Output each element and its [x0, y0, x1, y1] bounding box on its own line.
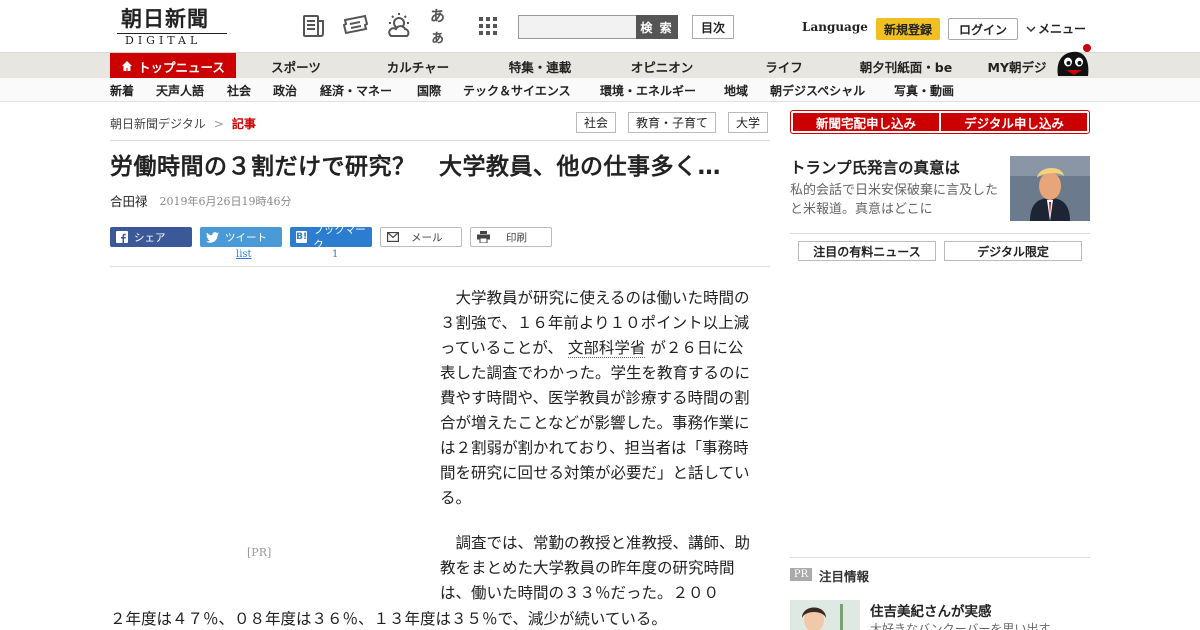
- nav-features[interactable]: 特集・連載: [484, 53, 596, 79]
- menu-button[interactable]: メニュー: [1026, 20, 1086, 37]
- twitter-share-button[interactable]: ツイート: [200, 227, 282, 247]
- article-body: 大学教員が研究に使えるのは働いた時間の３割強で、１６年前より１０ポイント以上減っ…: [440, 286, 750, 626]
- author: 合田禄: [110, 194, 148, 209]
- attention-label: 注目情報: [819, 569, 870, 584]
- logo-main-text: 朝日新聞: [121, 6, 209, 31]
- nav-life[interactable]: ライフ: [728, 53, 840, 79]
- mail-share-label: メール: [411, 231, 443, 244]
- side-feature-photo[interactable]: [1010, 156, 1090, 221]
- divider: [110, 266, 770, 267]
- register-button[interactable]: 新規登録: [876, 18, 940, 40]
- keyword-link[interactable]: 文部科学省: [567, 339, 646, 358]
- nav-top-news[interactable]: トップニュース: [110, 53, 236, 79]
- tag-university[interactable]: 大学: [728, 112, 769, 133]
- twitter-icon: [206, 231, 219, 243]
- article-title: 労働時間の３割だけで研究？ 大学教員、他の仕事多く…: [110, 154, 721, 180]
- toc-button[interactable]: 目次: [692, 15, 734, 39]
- search-input[interactable]: [518, 15, 637, 39]
- print-label: 印刷: [506, 231, 527, 244]
- tab-digital-only[interactable]: デジタル限定: [944, 241, 1082, 261]
- hatena-count[interactable]: 1: [332, 249, 338, 260]
- subnav-society[interactable]: 社会: [227, 82, 251, 99]
- hatena-bookmark-icon: B!: [296, 231, 308, 243]
- subnav-photo-video[interactable]: 写真・動画: [894, 82, 954, 99]
- nav-my-asadigi[interactable]: MY朝デジ: [972, 53, 1062, 79]
- side-feature-desc: 私的会話で日米安保破棄に言及したと米報道。真意はどこに: [790, 183, 999, 217]
- nav-newspaper[interactable]: 朝夕刊紙面・be: [850, 53, 962, 79]
- twitter-share-label: ツイート: [225, 231, 267, 244]
- subscribe-paper-button[interactable]: 新聞宅配申し込み: [793, 113, 939, 131]
- tag-education[interactable]: 教育・子育て: [628, 112, 717, 133]
- chevron-down-icon: [1026, 25, 1036, 32]
- nav-opinion[interactable]: オピニオン: [606, 53, 718, 79]
- ad-pr-label: [PR]: [247, 546, 272, 559]
- newspaper-icon[interactable]: [300, 12, 328, 40]
- attention-photo[interactable]: [790, 600, 860, 630]
- twitter-count[interactable]: list: [236, 249, 252, 260]
- breadcrumb-home[interactable]: 朝日新聞デジタル: [110, 115, 206, 132]
- subnav-environment[interactable]: 環境・エネルギー: [600, 82, 696, 99]
- subscribe-box: 新聞宅配申し込み デジタル申し込み: [790, 110, 1090, 134]
- subnav-new[interactable]: 新着: [110, 82, 134, 99]
- print-button[interactable]: 印刷: [470, 227, 552, 247]
- pr-badge: PR: [790, 568, 812, 581]
- main-nav: トップニュース スポーツ カルチャー 特集・連載 オピニオン ライフ 朝夕刊紙面…: [0, 52, 1200, 79]
- divider: [790, 557, 1090, 558]
- subnav-tech-science[interactable]: テック＆サイエンス: [463, 82, 571, 99]
- coupon-icon[interactable]: [342, 12, 370, 40]
- home-icon: [122, 61, 133, 71]
- site-logo[interactable]: 朝日新聞 DIGITAL: [115, 7, 230, 47]
- hatena-bookmark-button[interactable]: B! ブックマーク: [290, 224, 372, 251]
- subnav-international[interactable]: 国際: [417, 82, 441, 99]
- divider: [110, 140, 770, 141]
- subnav-politics[interactable]: 政治: [273, 82, 297, 99]
- facebook-icon: [116, 231, 128, 243]
- nav-culture[interactable]: カルチャー: [362, 53, 474, 79]
- tab-paid-news[interactable]: 注目の有料ニュース: [798, 241, 936, 261]
- article-paragraph: 調査では、常勤の教授と准教授、講師、助教をまとめた大学教員の昨年度の研究時間は、…: [440, 534, 751, 602]
- apps-grid-icon[interactable]: [474, 12, 502, 40]
- mail-share-button[interactable]: メール: [380, 227, 462, 247]
- breadcrumb-separator: >: [213, 116, 224, 131]
- tag-society[interactable]: 社会: [576, 112, 617, 133]
- subnav-tenseijingo[interactable]: 天声人語: [156, 82, 204, 99]
- subscribe-digital-button[interactable]: デジタル申し込み: [941, 113, 1087, 131]
- subnav-region[interactable]: 地域: [724, 82, 748, 99]
- attention-title[interactable]: 住吉美紀さんが実感: [870, 600, 992, 620]
- nav-sports[interactable]: スポーツ: [240, 53, 352, 79]
- site-header: 朝日新聞 DIGITAL あぁ 検 索 目次 Language 新規登録 ログイ…: [0, 0, 1200, 52]
- subnav-economy[interactable]: 経済・マネー: [320, 82, 392, 99]
- search-button[interactable]: 検 索: [636, 15, 678, 39]
- menu-label: メニュー: [1038, 22, 1087, 36]
- logo-sub-text: DIGITAL: [125, 34, 202, 47]
- login-button[interactable]: ログイン: [948, 18, 1018, 40]
- nav-top-news-label: トップニュース: [138, 59, 225, 75]
- side-feature-title[interactable]: トランプ氏発言の真意は: [790, 156, 960, 178]
- weather-icon[interactable]: [385, 12, 413, 40]
- breadcrumb: 朝日新聞デジタル > 記事: [110, 115, 256, 132]
- mail-icon: [387, 232, 399, 242]
- divider: [790, 233, 1090, 234]
- facebook-share-button[interactable]: シェア: [110, 227, 192, 247]
- breadcrumb-current: 記事: [231, 117, 256, 131]
- publish-date: 2019年6月26日19時46分: [159, 194, 292, 208]
- mascot-icon[interactable]: [1054, 42, 1092, 78]
- byline: 合田禄 2019年6月26日19時46分: [110, 191, 292, 210]
- paragraph-text: が２６日に公表した調査でわかった。学生を教育するのに費やす時間や、医学教員が診療…: [440, 339, 751, 507]
- article-paragraph: 大学教員が研究に使えるのは働いた時間の３割強で、１６年前より１０ポイント以上減っ…: [440, 286, 750, 511]
- print-icon: [477, 231, 490, 243]
- language-link[interactable]: Language: [802, 20, 868, 34]
- font-size-icon[interactable]: あぁ: [430, 7, 458, 46]
- article-paragraph-continued: ２年度は４７％、０８年度は３６％、１３年度は３５％で、減少が続いている。: [110, 610, 667, 628]
- sub-nav: 新着 天声人語 社会 政治 経済・マネー 国際 テック＆サイエンス 環境・エネル…: [0, 78, 1200, 102]
- hatena-bookmark-label: ブックマーク: [313, 224, 366, 251]
- subnav-special[interactable]: 朝デジスペシャル: [770, 82, 865, 99]
- attention-desc: 大好きなバンクーバーを思い出す: [870, 622, 1051, 630]
- facebook-share-label: シェア: [134, 231, 166, 244]
